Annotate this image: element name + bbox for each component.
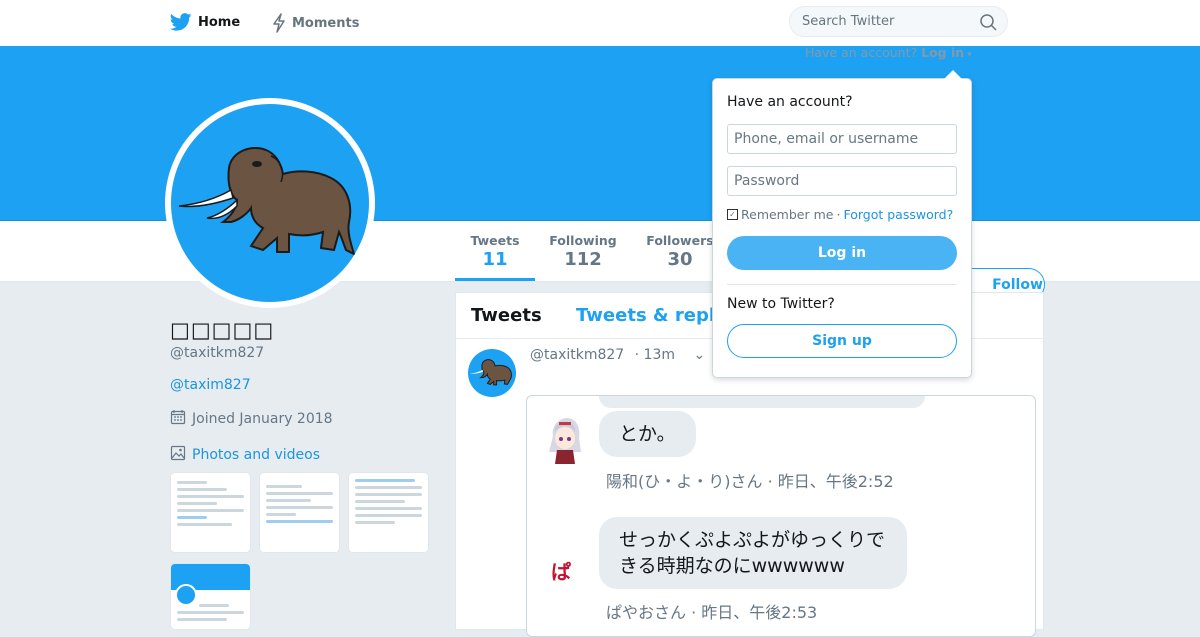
- chat-bubble: とか。: [599, 411, 696, 457]
- stat-value: 11: [482, 249, 508, 270]
- join-date-text: Joined January 2018: [192, 411, 333, 427]
- login-hint: Have an account? Log in ▾: [805, 45, 972, 60]
- remember-row: ✓ Remember me · Forgot password?: [727, 207, 953, 222]
- login-dropdown-title: Have an account?: [727, 94, 853, 110]
- media-thumbnail[interactable]: [348, 472, 429, 553]
- photos-and-videos-link[interactable]: Photos and videos: [170, 445, 320, 465]
- dropdown-caret: [944, 70, 962, 79]
- dropdown-divider: [727, 284, 957, 285]
- signup-button-label: Sign up: [812, 333, 872, 349]
- photos-label: Photos and videos: [192, 447, 321, 463]
- chat-caption: ぱやおさん · 昨日、午後2:53: [606, 603, 818, 622]
- new-to-twitter-text: New to Twitter?: [727, 296, 835, 312]
- remember-me-label[interactable]: Remember me: [741, 207, 833, 222]
- login-button-label: Log in: [817, 245, 867, 261]
- anime-avatar-icon: [545, 416, 585, 464]
- tweet-embedded-image[interactable]: とか。 陽和(ひ・よ・り)さん · 昨日、午後2:52 ぱ せっかくぷよぷよがゆ…: [526, 395, 1036, 637]
- login-button[interactable]: Log in: [727, 236, 957, 270]
- signup-button[interactable]: Sign up: [727, 324, 957, 358]
- nav-home-label: Home: [198, 14, 241, 30]
- stat-value: 30: [667, 249, 693, 270]
- chevron-down-icon: ▾: [964, 50, 972, 60]
- elephant-avatar-image: [171, 104, 369, 302]
- profile-avatar[interactable]: [165, 98, 375, 308]
- chat-bubble-partial: [599, 396, 925, 408]
- media-thumbnail[interactable]: [170, 563, 251, 630]
- photo-icon: [170, 445, 186, 465]
- stat-followers[interactable]: Followers 30: [645, 233, 715, 270]
- remember-separator: ·: [836, 207, 841, 222]
- search-box: [789, 6, 1008, 37]
- profile-display-name: □□□□□: [170, 318, 275, 342]
- tweet-timestamp[interactable]: · 13m: [635, 347, 675, 363]
- tweet-avatar[interactable]: [468, 349, 516, 397]
- remember-checkbox[interactable]: ✓: [727, 209, 738, 220]
- chat-avatar-letter: ぱ: [551, 560, 571, 584]
- chat-bubble: せっかくぷよぷよがゆっくりできる時期なのにwwwwww: [599, 517, 907, 589]
- tab-tweets[interactable]: Tweets: [471, 305, 542, 326]
- nav-home[interactable]: Home: [170, 13, 240, 31]
- nav-moments[interactable]: Moments: [272, 13, 359, 33]
- media-thumbnail[interactable]: [259, 472, 340, 553]
- twitter-bird-icon: [170, 13, 192, 31]
- profile-handle: @taxitkm827: [170, 345, 265, 361]
- search-input[interactable]: [790, 7, 984, 36]
- chat-caption: 陽和(ひ・よ・り)さん · 昨日、午後2:52: [606, 472, 894, 491]
- tweet-handle[interactable]: @taxitkm827: [530, 347, 624, 363]
- moments-bolt-icon: [272, 13, 286, 33]
- login-hint-text: Have an account?: [805, 45, 918, 60]
- stat-label: Following: [549, 233, 617, 248]
- follow-button-label: Follow: [992, 276, 1043, 293]
- username-input[interactable]: [727, 124, 957, 154]
- login-dropdown: Have an account? ✓ Remember me · Forgot …: [712, 78, 972, 378]
- chevron-down-icon[interactable]: ⌄: [693, 347, 705, 363]
- active-stat-indicator: [455, 278, 535, 281]
- nav-moments-label: Moments: [292, 15, 360, 31]
- stat-label: Followers: [646, 233, 714, 248]
- search-icon[interactable]: [980, 14, 997, 35]
- password-input[interactable]: [727, 166, 957, 196]
- forgot-password-link[interactable]: Forgot password?: [843, 207, 953, 222]
- calendar-icon: [170, 409, 186, 429]
- login-dropdown-toggle[interactable]: Log in ▾: [921, 45, 972, 60]
- stat-tweets[interactable]: Tweets 11: [455, 233, 535, 270]
- stat-label: Tweets: [470, 233, 520, 248]
- profile-website-link[interactable]: @taxim827: [170, 377, 251, 393]
- stat-value: 112: [564, 249, 602, 270]
- profile-join-date: Joined January 2018: [170, 409, 333, 429]
- media-thumbnail[interactable]: [170, 472, 251, 553]
- stat-following[interactable]: Following 112: [545, 233, 621, 270]
- tweet-header: @taxitkm827 · 13m ⌄: [530, 347, 705, 363]
